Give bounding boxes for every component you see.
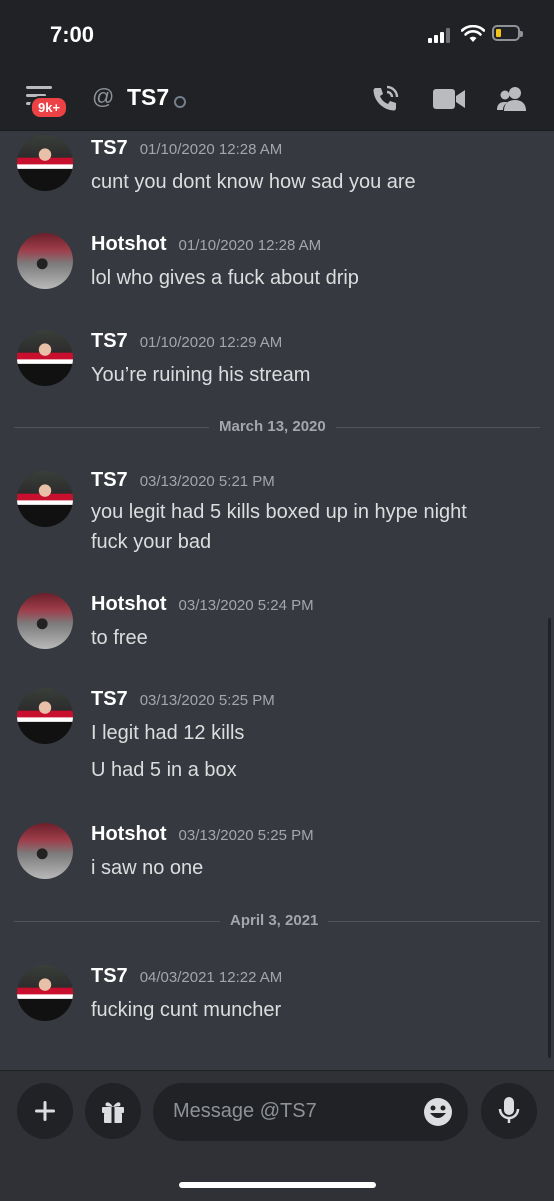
- message-author[interactable]: TS7 01/10/2020 12:29 AM: [91, 330, 282, 353]
- voice-message-button[interactable]: [481, 1083, 537, 1139]
- phone-call-icon[interactable]: [370, 84, 400, 114]
- avatar[interactable]: [17, 135, 73, 191]
- message-timestamp: 03/13/2020 5:25 PM: [139, 692, 275, 709]
- at-icon: @: [92, 84, 115, 109]
- message-author[interactable]: Hotshot 01/10/2020 12:28 AM: [91, 233, 321, 256]
- gift-icon: [102, 1102, 124, 1123]
- message-timestamp: 01/10/2020 12:29 AM: [139, 334, 283, 351]
- message-author[interactable]: Hotshot 03/13/2020 5:24 PM: [91, 593, 314, 616]
- notification-badge: 9k+: [30, 96, 69, 119]
- message-timestamp: 01/10/2020 12:28 AM: [139, 141, 283, 158]
- date-divider-label: March 13, 2020: [209, 418, 336, 435]
- message-placeholder: Message @TS7: [173, 1100, 317, 1122]
- message-input[interactable]: Message @TS7: [153, 1083, 468, 1141]
- plus-icon: [35, 1101, 55, 1121]
- message-text: fuck your bad: [91, 531, 212, 553]
- message-author[interactable]: TS7 03/13/2020 5:25 PM: [91, 688, 275, 711]
- message-author[interactable]: TS7 01/10/2020 12:28 AM: [91, 137, 282, 160]
- channel-title[interactable]: TS7: [127, 84, 169, 111]
- avatar[interactable]: [17, 823, 73, 879]
- date-divider-label: April 3, 2021: [220, 912, 329, 929]
- message-text: U had 5 in a box: [91, 759, 237, 781]
- members-icon[interactable]: [496, 85, 528, 113]
- message-timestamp: 03/13/2020 5:24 PM: [178, 597, 314, 614]
- add-attachment-button[interactable]: [17, 1083, 73, 1139]
- avatar[interactable]: [17, 471, 73, 527]
- message-author[interactable]: TS7 03/13/2020 5:21 PM: [91, 469, 275, 492]
- message-text: cunt you dont know how sad you are: [91, 171, 416, 193]
- message-timestamp: 04/03/2021 12:22 AM: [139, 969, 283, 986]
- message-timestamp: 03/13/2020 5:21 PM: [139, 473, 275, 490]
- avatar[interactable]: [17, 593, 73, 649]
- message-author[interactable]: Hotshot 03/13/2020 5:25 PM: [91, 823, 314, 846]
- signal-icon: [428, 27, 454, 43]
- status-offline-icon: [174, 96, 186, 108]
- avatar[interactable]: [17, 330, 73, 386]
- battery-icon: [492, 25, 523, 41]
- message-text: you legit had 5 kills boxed up in hype n…: [91, 501, 467, 523]
- avatar[interactable]: [17, 688, 73, 744]
- emoji-icon[interactable]: [423, 1097, 453, 1127]
- message-text: I legit had 12 kills: [91, 722, 245, 744]
- microphone-icon: [498, 1097, 520, 1123]
- video-camera-icon[interactable]: [432, 87, 466, 111]
- message-list[interactable]: TS7 01/10/2020 12:28 AM cunt you dont kno…: [0, 131, 554, 1070]
- message-text: to free: [91, 627, 148, 649]
- home-indicator[interactable]: [179, 1182, 376, 1188]
- message-text: lol who gives a fuck about drip: [91, 267, 359, 289]
- message-text: fucking cunt muncher: [91, 999, 282, 1021]
- status-time: 7:00: [50, 22, 95, 47]
- avatar[interactable]: [17, 233, 73, 289]
- message-author[interactable]: TS7 04/03/2021 12:22 AM: [91, 965, 282, 988]
- avatar[interactable]: [17, 965, 73, 1021]
- channel-header: 9k+ @ TS7: [0, 70, 554, 131]
- message-timestamp: 03/13/2020 5:25 PM: [178, 827, 314, 844]
- message-timestamp: 01/10/2020 12:28 AM: [178, 237, 322, 254]
- gift-button[interactable]: [85, 1083, 141, 1139]
- message-text: i saw no one: [91, 857, 204, 879]
- message-text: You’re ruining his stream: [91, 364, 311, 386]
- status-bar: 7:00: [0, 0, 554, 70]
- wifi-icon: [461, 25, 485, 42]
- scrollbar[interactable]: [548, 618, 551, 1058]
